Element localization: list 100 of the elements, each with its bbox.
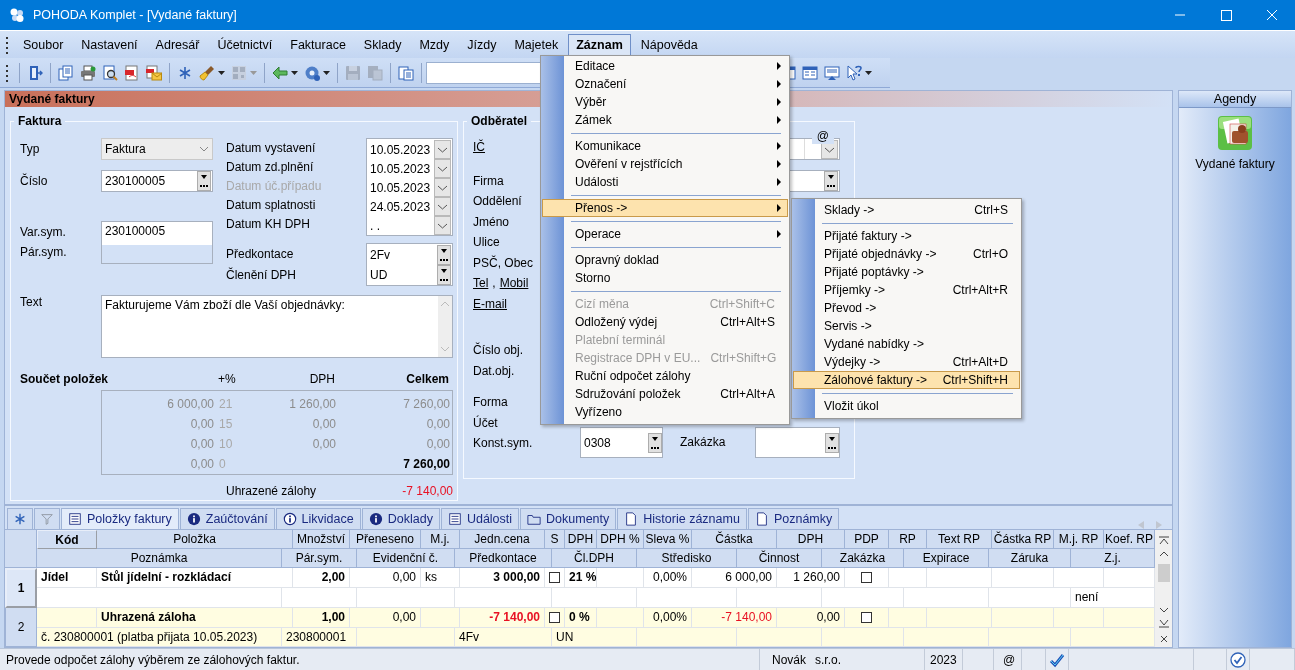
menu-item[interactable]: Jízdy bbox=[459, 33, 505, 56]
toolbar-button[interactable] bbox=[196, 64, 228, 81]
column-header[interactable]: Evidenční č. bbox=[357, 549, 455, 568]
spinner-icon[interactable] bbox=[824, 171, 838, 191]
menu-item[interactable]: Převod -> bbox=[793, 299, 1020, 317]
scroll-up-icon[interactable] bbox=[1158, 551, 1169, 557]
invoice-icon[interactable] bbox=[1217, 115, 1253, 151]
brush-icon[interactable] bbox=[199, 64, 215, 81]
tab[interactable]: Dokumenty bbox=[520, 508, 617, 529]
caret-icon[interactable] bbox=[865, 70, 872, 75]
menu-item[interactable]: Editace bbox=[542, 57, 788, 75]
dropdown-icon[interactable] bbox=[434, 216, 451, 235]
field-link[interactable]: IČ bbox=[473, 137, 485, 158]
column-header[interactable]: Expirace bbox=[904, 549, 989, 568]
column-header[interactable]: Pár.sym. bbox=[282, 549, 357, 568]
menu-item[interactable]: Storno bbox=[542, 269, 788, 287]
column-header[interactable]: Předkontace bbox=[455, 549, 552, 568]
menu-item[interactable]: Výdejky -> Ctrl+Alt+D bbox=[793, 353, 1020, 371]
spinner-icon[interactable] bbox=[437, 265, 451, 285]
dropdown-icon[interactable] bbox=[434, 178, 451, 197]
gear-icon[interactable] bbox=[304, 64, 320, 81]
menu-item[interactable]: Komunikace bbox=[542, 137, 788, 155]
menu-item[interactable]: Účetnictví bbox=[209, 33, 281, 56]
scroll-to-bottom-icon[interactable] bbox=[1158, 620, 1169, 628]
column-header[interactable]: Poznámka bbox=[37, 549, 282, 568]
column-header[interactable]: Záruka bbox=[989, 549, 1071, 568]
menu-item[interactable]: Sklady bbox=[355, 33, 410, 56]
menu-item[interactable]: Soubor bbox=[15, 33, 72, 56]
checkbox[interactable] bbox=[861, 612, 872, 623]
scroll-thumb[interactable] bbox=[1157, 564, 1170, 582]
menu-item[interactable]: Vyřízeno bbox=[542, 403, 788, 421]
date-field[interactable]: 24.05.2023 bbox=[367, 199, 434, 214]
menu-item[interactable]: Záznam bbox=[568, 33, 631, 56]
row-number[interactable]: 1 bbox=[5, 568, 37, 608]
menu-item[interactable]: Odložený výdej Ctrl+Alt+S bbox=[542, 313, 788, 331]
column-header[interactable]: Zakázka bbox=[822, 549, 904, 568]
spinner-icon[interactable] bbox=[648, 432, 662, 453]
dropdown-icon[interactable] bbox=[434, 140, 451, 159]
field-link[interactable]: Mobil bbox=[499, 273, 529, 294]
tab[interactable] bbox=[7, 508, 33, 529]
type-dropdown[interactable]: Faktura bbox=[101, 138, 213, 160]
menu-item[interactable]: Servis -> bbox=[793, 317, 1020, 335]
menu-item[interactable]: Mzdy bbox=[411, 33, 458, 56]
menu-item[interactable]: Události bbox=[542, 173, 788, 191]
scroll-to-top-icon[interactable] bbox=[1158, 536, 1169, 544]
date-field[interactable]: . . bbox=[367, 218, 434, 233]
dropdown-icon[interactable] bbox=[434, 159, 451, 178]
code-field[interactable]: UD bbox=[367, 268, 437, 282]
agenda-label[interactable]: Vydané faktury bbox=[1195, 157, 1275, 171]
scrollbar-icon[interactable] bbox=[438, 296, 452, 357]
caret-icon[interactable] bbox=[218, 70, 225, 75]
date-field[interactable]: 10.05.2023 bbox=[367, 142, 434, 157]
symbol-field[interactable]: 230100005 bbox=[101, 221, 213, 264]
back-arrow-icon[interactable] bbox=[272, 64, 288, 81]
checkbox[interactable] bbox=[549, 612, 560, 623]
menu-item[interactable]: Ruční odpočet zálohy bbox=[542, 367, 788, 385]
caret-icon[interactable] bbox=[291, 70, 298, 75]
caret-icon[interactable] bbox=[323, 70, 330, 75]
menu-item[interactable]: Přijaté poptávky -> bbox=[793, 263, 1020, 281]
tab[interactable]: Doklady bbox=[361, 508, 440, 529]
menu-item[interactable]: Přijaté objednávky -> Ctrl+O bbox=[793, 245, 1020, 263]
row-number[interactable]: 2 bbox=[5, 608, 37, 647]
checkbox[interactable] bbox=[861, 572, 872, 583]
date-field[interactable]: 10.05.2023 bbox=[367, 161, 434, 176]
menu-item[interactable]: Operace bbox=[542, 225, 788, 243]
menu-item[interactable]: Fakturace bbox=[282, 33, 354, 56]
menu-item[interactable]: Nápověda bbox=[632, 33, 706, 56]
spinner-icon[interactable] bbox=[437, 245, 451, 265]
column-header[interactable]: Kód bbox=[37, 530, 97, 549]
grip-icon[interactable] bbox=[6, 35, 9, 54]
checkbox[interactable] bbox=[549, 572, 560, 583]
menu-item[interactable]: Nastavení bbox=[73, 33, 146, 56]
column-header[interactable]: Čl.DPH bbox=[552, 549, 637, 568]
column-header[interactable]: Činnost bbox=[737, 549, 822, 568]
tab[interactable]: Historie záznamu bbox=[617, 508, 747, 529]
menu-item[interactable]: Vydané nabídky -> bbox=[793, 335, 1020, 353]
menu-item[interactable]: Opravný doklad bbox=[542, 251, 788, 269]
field-link[interactable]: Tel bbox=[473, 273, 489, 294]
menu-item[interactable]: Přenos -> bbox=[542, 199, 788, 217]
scroll-down-icon[interactable] bbox=[1158, 607, 1169, 613]
menu-item[interactable]: Zálohové faktury -> Ctrl+Shift+H bbox=[793, 371, 1020, 389]
field-link[interactable]: E-mail bbox=[473, 293, 507, 314]
menu-item[interactable]: Označení bbox=[542, 75, 788, 93]
check-circle-icon[interactable] bbox=[1230, 651, 1246, 668]
tab[interactable]: Položky faktury bbox=[61, 508, 179, 529]
column-header[interactable]: Středisko bbox=[637, 549, 737, 568]
menu-item[interactable]: Příjemky -> Ctrl+Alt+R bbox=[793, 281, 1020, 299]
menu-item[interactable]: Sdružování položek Ctrl+Alt+A bbox=[542, 385, 788, 403]
code-field[interactable]: 2Fv bbox=[367, 248, 437, 262]
menu-item[interactable]: Přijaté faktury -> bbox=[793, 227, 1020, 245]
help-cursor-icon[interactable] bbox=[846, 64, 862, 81]
dropdown-icon[interactable] bbox=[434, 197, 451, 216]
menu-item[interactable]: Sklady -> Ctrl+S bbox=[793, 201, 1020, 219]
menu-item[interactable]: Vložit úkol bbox=[793, 397, 1020, 415]
check-icon[interactable] bbox=[1049, 651, 1065, 668]
menu-item[interactable]: Majetek bbox=[506, 33, 567, 56]
spinner-icon[interactable] bbox=[197, 171, 211, 191]
menu-item[interactable]: Zámek bbox=[542, 111, 788, 129]
spinner-icon[interactable] bbox=[825, 432, 839, 453]
menu-item[interactable]: Adresář bbox=[147, 33, 208, 56]
